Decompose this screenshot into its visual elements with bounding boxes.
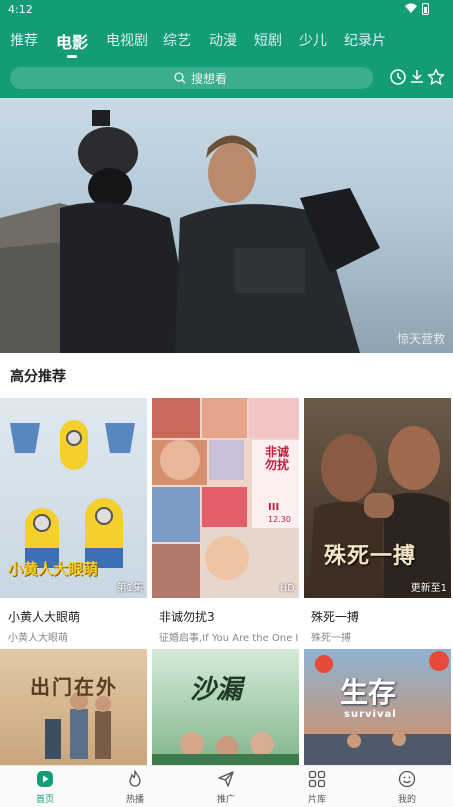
movie-poster: 非诚勿扰 III 12.30 HD [152, 398, 299, 598]
status-bar: 4:12 [0, 0, 453, 20]
poster-art [152, 732, 299, 767]
nav-library[interactable]: 片库 [287, 766, 347, 807]
poster-roman-text: III [268, 502, 280, 513]
tab-kids[interactable]: 少儿 [299, 30, 327, 60]
movie-subtitle: 征婚启事,If You Are the One III [159, 633, 299, 644]
movie-title: 小黄人大眼萌 [8, 610, 81, 624]
poster-title-text: 沙漏 [190, 675, 243, 705]
episode-badge: 第1集 [116, 583, 143, 594]
movie-card[interactable]: 非诚勿扰 III 12.30 HD 非诚勿扰3 征婚启事,If You Are … [152, 398, 299, 644]
poster-title-text: 出门在外 [30, 675, 118, 699]
poster-title-text: 非诚勿扰 [264, 445, 289, 472]
home-play-icon [37, 771, 53, 787]
poster-art [45, 692, 111, 759]
update-badge: 更新至1 [410, 583, 447, 594]
search-placeholder: 搜想看 [191, 72, 228, 86]
banner-image [0, 110, 380, 353]
poster-title-text: 小黄人大眼萌 [8, 560, 99, 578]
section-title: 高分推荐 [10, 369, 66, 385]
nav-profile[interactable]: 我的 [377, 766, 437, 807]
movie-poster: 小黄人大眼萌 第1集 [0, 398, 147, 598]
quality-badge: HD [279, 583, 295, 594]
search-bar[interactable]: 搜想看 [10, 67, 373, 89]
banner-caption: 惊天营救 [396, 332, 445, 346]
poster-title-text: 生存 [340, 676, 397, 709]
movie-card[interactable]: 出门在外 [0, 649, 147, 767]
collage-poster-art [152, 398, 299, 598]
movie-title: 殊死一搏 [311, 610, 360, 624]
movie-subtitle: 殊死一搏 [311, 633, 351, 644]
smile-icon [398, 770, 416, 788]
tab-variety[interactable]: 综艺 [163, 30, 191, 60]
flame-icon [129, 770, 141, 787]
nav-home[interactable]: 首页 [15, 766, 75, 807]
top-header: 4:12 推荐 电影 电视剧 综艺 动漫 短剧 少儿 纪录片 搜想看 [0, 0, 453, 98]
star-icon[interactable] [427, 68, 445, 86]
poster-title-text: 殊死一搏 [324, 544, 417, 569]
nav-promote[interactable]: 推广 [196, 766, 256, 807]
wifi-icon [405, 3, 417, 13]
grid-icon [308, 770, 326, 788]
movie-poster: 殊死一搏 更新至1 [304, 398, 451, 598]
tab-tv-series[interactable]: 电视剧 [106, 30, 148, 60]
tab-anime[interactable]: 动漫 [209, 30, 237, 60]
search-icon [174, 72, 186, 84]
movie-card[interactable]: 小黄人大眼萌 第1集 小黄人大眼萌 小黄人大眼萌 [0, 398, 147, 644]
bottom-navigation: 首页 热播 推广 片库 我的 [0, 765, 453, 807]
tab-short-drama[interactable]: 短剧 [254, 30, 282, 60]
movie-subtitle: 小黄人大眼萌 [8, 633, 68, 644]
active-tab-indicator [67, 55, 77, 58]
tab-recommend[interactable]: 推荐 [10, 30, 38, 60]
tab-movie[interactable]: 电影 [56, 29, 88, 59]
download-icon[interactable] [408, 68, 426, 86]
status-time: 4:12 [8, 3, 33, 16]
movie-card[interactable]: 沙漏 [152, 649, 299, 767]
poster-date-text: 12.30 [268, 515, 291, 524]
tab-documentary[interactable]: 纪录片 [344, 30, 386, 60]
movie-card[interactable]: 殊死一搏 更新至1 殊死一搏 殊死一搏 [304, 398, 451, 644]
send-icon [218, 771, 234, 787]
history-icon[interactable] [389, 68, 407, 86]
featured-banner[interactable]: 惊天营救 [0, 98, 453, 353]
movie-card[interactable]: 生存 survival [304, 649, 451, 767]
battery-icon [422, 3, 429, 15]
poster-subtitle-text: survival [344, 709, 397, 720]
movie-title: 非诚勿扰3 [159, 610, 215, 624]
category-tabs: 推荐 电影 电视剧 综艺 动漫 短剧 少儿 纪录片 [0, 30, 453, 62]
nav-trending[interactable]: 热播 [105, 766, 165, 807]
